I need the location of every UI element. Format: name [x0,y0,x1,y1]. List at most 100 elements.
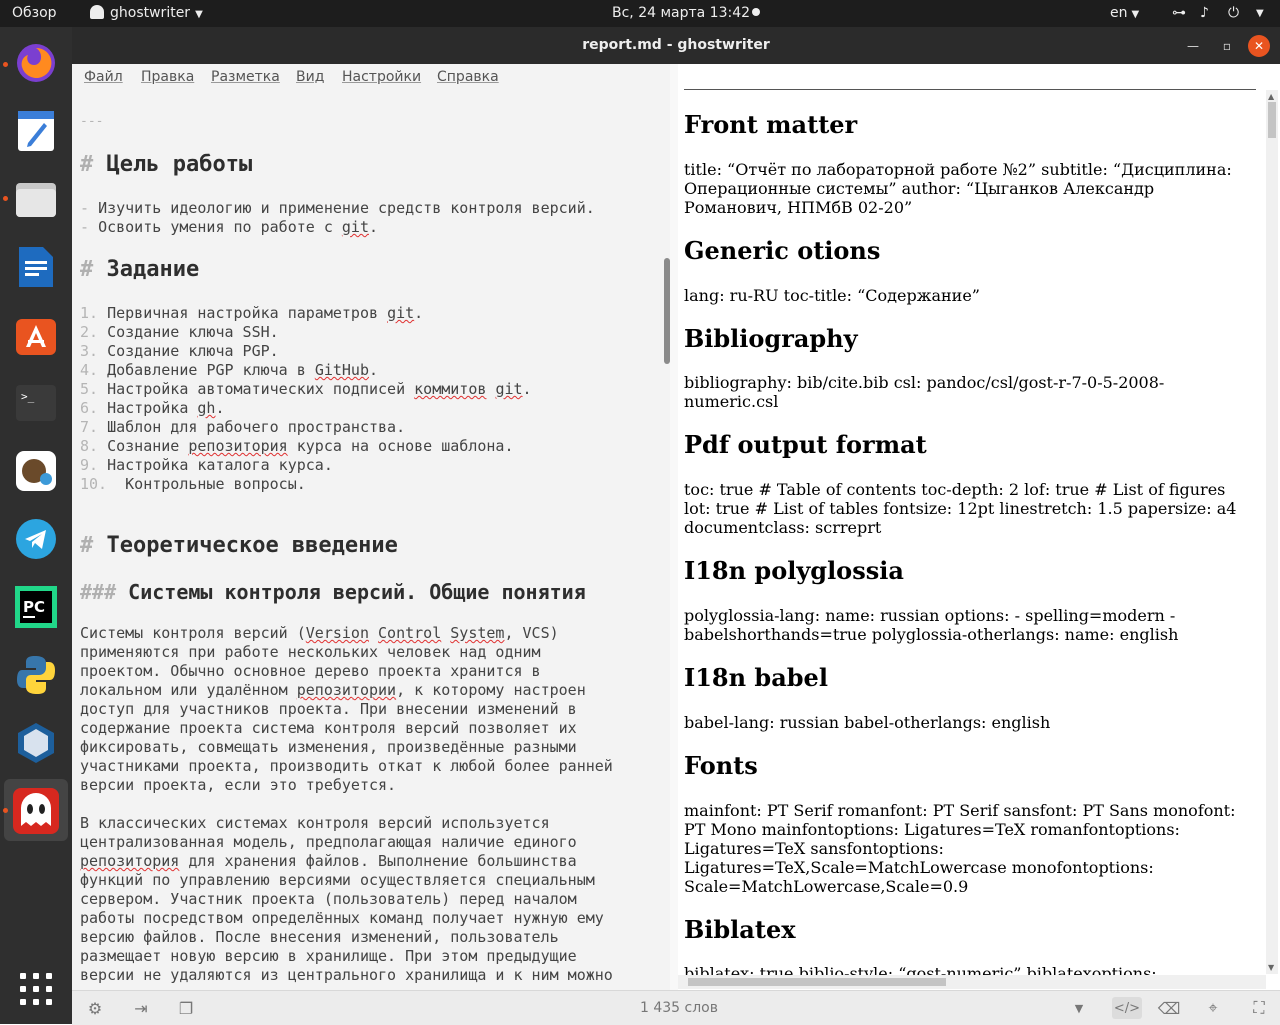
fullscreen-icon[interactable]: ⛶ [1248,997,1270,1019]
spellcheck-word[interactable]: git [495,380,522,398]
spellcheck-word[interactable]: git [342,218,369,236]
menu-help[interactable]: Справка [437,69,499,85]
system-menu-dropdown-icon[interactable]: ▼ [1256,8,1264,19]
spellcheck-word[interactable]: git [387,304,414,322]
text-editor-icon[interactable] [10,105,62,157]
list-item: - Изучить идеологию и применение средств… [80,199,595,217]
focus-mode-icon[interactable]: ⌖ [1202,997,1224,1019]
heading-task: # Задание [80,257,199,282]
ghostwriter-icon[interactable] [10,785,62,837]
heading-text: Цель работы [106,152,253,177]
numbered-list-item: 5. Настройка автоматических подписей ком… [80,380,532,398]
running-indicator [3,62,8,67]
volume-icon[interactable]: ♪ [1200,5,1209,21]
network-icon[interactable]: ⊶ [1172,5,1186,21]
preview-hscroll-thumb[interactable] [688,978,946,986]
menu-settings[interactable]: Настройки [342,69,421,85]
preview-heading: Biblatex [684,915,796,944]
scroll-up-icon[interactable]: ▲ [1268,92,1274,101]
spellcheck-word[interactable]: Control [378,624,441,642]
app-menu[interactable]: ghostwriter ▼ [90,5,203,21]
heading-marker: # [80,152,107,177]
activities-button[interactable]: Обзор [12,5,57,21]
telegram-icon[interactable] [10,513,62,565]
spellcheck-word[interactable]: коммитов [414,380,486,398]
maximize-icon[interactable]: ▫ [1216,35,1238,57]
front-matter-rule: --- [80,114,104,129]
html-preview[interactable]: Front matter title: “Отчёт по лабораторно… [678,64,1280,990]
terminal-icon[interactable]: >_ [10,377,62,429]
svg-text:PC: PC [23,598,45,616]
window-title-bar[interactable]: report.md - ghostwriter — ▫ ✕ [72,27,1280,64]
spellcheck-word[interactable]: System [450,624,504,642]
spellcheck-word[interactable]: gh [197,399,215,417]
preview-paragraph: mainfont: PT Serif romanfont: PT Serif s… [684,801,1236,896]
keyboard-layout[interactable]: en ▼ [1110,5,1139,21]
spellcheck-word[interactable]: Version [306,624,369,642]
list-number: 7. [80,418,99,436]
export-icon[interactable]: ⇥ [130,997,152,1019]
paragraph-line: сервером. Участник проекта (пользователь… [80,890,577,908]
copy-icon[interactable]: ❐ [175,997,197,1019]
spellcheck-word[interactable]: репозитории [297,681,396,699]
markdown-editor[interactable]: --- # Цель работы - Изучить идеологию и … [72,90,670,990]
app-grid-icon[interactable] [10,963,62,1015]
preview-paragraph: babel-lang: russian babel-otherlangs: en… [684,713,1051,732]
paragraph-line: локальном или удалённом репозитории, к к… [80,681,586,699]
preview-heading: Bibliography [684,324,858,353]
window-title: report.md - ghostwriter [582,37,770,53]
minimize-icon[interactable]: — [1182,35,1204,57]
firefox-icon[interactable] [10,37,62,89]
list-item-text: Шаблон для рабочего пространства. [107,418,406,436]
preview-heading: I18n polyglossia [684,556,904,585]
paragraph-line: фиксировать, совмещать изменения, произв… [80,738,577,756]
power-icon[interactable]: ⏻ [1228,5,1239,21]
spellcheck-word[interactable]: GitHub [315,361,369,379]
preview-scroll-thumb[interactable] [1268,102,1276,138]
list-item-text: Создание ключа SSH. [107,323,279,341]
numbered-list-item: 6. Настройка gh. [80,399,225,417]
list-number: 3. [80,342,99,360]
pycharm-icon[interactable]: PC [10,581,62,633]
menu-edit[interactable]: Правка [141,69,194,85]
spellcheck-word[interactable]: репозитория [80,852,179,870]
menu-markup[interactable]: Разметка [211,69,280,85]
dropdown-icon: ▼ [1131,9,1140,20]
pane-splitter[interactable] [670,64,678,990]
preview-paragraph: title: “Отчёт по лабораторной работе №2”… [684,160,1232,217]
paragraph-line: проектом. Обычно основное дерево проекта… [80,662,541,680]
menu-file[interactable]: Файл [84,69,123,85]
writer-icon[interactable] [10,241,62,293]
scroll-down-icon[interactable]: ▼ [1268,963,1274,972]
software-center-icon[interactable] [10,309,62,361]
keyboard-layout-label: en [1110,5,1128,21]
python-icon[interactable] [10,649,62,701]
list-item-text: Создание ключа PGP. [107,342,279,360]
dock: >_ PC [0,27,72,1024]
code-view-icon[interactable]: </> [1112,997,1142,1019]
numbered-list-item: 2. Создание ключа SSH. [80,323,279,341]
preview-vertical-scrollbar[interactable]: ▲ ▼ [1266,90,1278,974]
numbered-list-item: 9. Настройка каталога курса. [80,456,333,474]
list-item-text: Настройка автоматических подписей коммит… [107,380,532,398]
chevron-down-icon[interactable]: ▼ [1068,997,1090,1019]
list-number: 8. [80,437,99,455]
notification-dot-icon [752,8,760,16]
gear-icon[interactable]: ⚙ [84,997,106,1019]
system-top-bar: Обзор ghostwriter ▼ Вс, 24 марта 13:42 en… [0,0,1280,27]
menu-view[interactable]: Вид [296,69,324,85]
files-icon[interactable] [10,173,62,225]
paragraph-line: содержание проекта система контроля верс… [80,719,577,737]
spellcheck-word[interactable]: репозитория [188,437,287,455]
close-icon[interactable]: ✕ [1248,35,1270,57]
word-count[interactable]: 1 435 слов [640,1000,718,1016]
virtualbox-icon[interactable] [10,717,62,769]
hemingway-mode-icon[interactable]: ⌫ [1158,997,1181,1019]
subheading-vcs: ### Системы контроля версий. Общие понят… [80,580,586,604]
list-number: 2. [80,323,99,341]
clock[interactable]: Вс, 24 марта 13:42 [612,5,750,21]
squirrel-icon[interactable] [10,445,62,497]
paragraph-line: размещает новую версию в хранилище. При … [80,947,577,965]
dropdown-icon: ▼ [195,9,203,20]
heading-marker: # [80,257,107,282]
